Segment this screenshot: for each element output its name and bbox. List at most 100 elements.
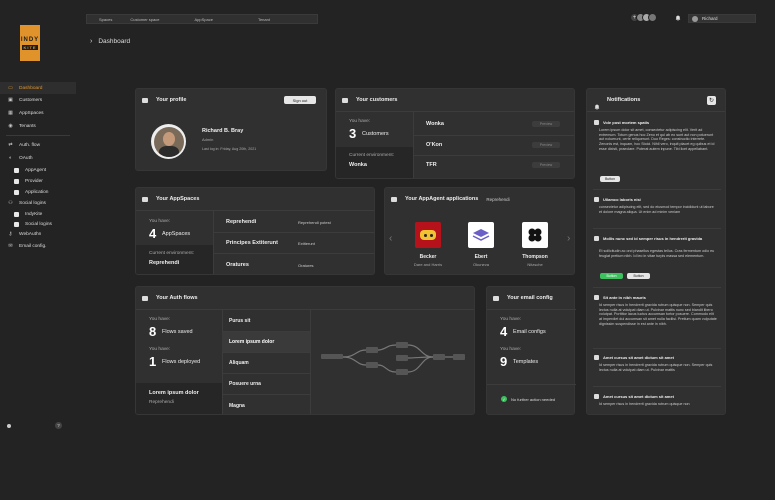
sidebar-item-oauth[interactable]: ◐ OAuth: [0, 152, 76, 164]
customers-env-value: Wonka: [349, 162, 367, 168]
sidebar-item-appspaces[interactable]: ▦ AppSpaces: [0, 107, 76, 119]
help-icon[interactable]: ?: [55, 422, 62, 429]
auth-flows-card-title: Your Auth flows: [156, 295, 198, 301]
clover-icon: [528, 228, 542, 242]
profile-avatar: [151, 124, 186, 159]
chevron-right-icon[interactable]: ›: [567, 233, 570, 244]
notification-icon: [594, 295, 599, 300]
appspace-name[interactable]: Reprehendi: [226, 219, 256, 225]
appspaces-card-header: Your AppSpaces: [142, 196, 199, 202]
current-environment-panel: [336, 147, 413, 178]
profile-card-title: Your profile: [156, 97, 187, 103]
email-configs-label: You have:: [500, 317, 522, 322]
sign-out-button[interactable]: Sign out: [284, 96, 316, 104]
customers-card-title: Your customers: [356, 97, 398, 103]
last-login: Last log in: Friday, Aug 20th, 2021: [202, 147, 257, 151]
sidebar-item-label: IndyKite: [25, 211, 43, 217]
appspaces-count: 4: [149, 226, 157, 241]
app-name: Becker: [419, 254, 437, 260]
sidebar: ▭ Dashboard ▣ Customers ▦ AppSpaces ◉ Tenant…: [0, 80, 76, 440]
appspaces-count-label: AppSpaces: [162, 231, 191, 237]
flows-saved-text: Flows saved: [162, 329, 193, 335]
notification-title: Vole post mortem spatis: [603, 120, 650, 125]
sidebar-item-tenants[interactable]: ◉ Tenants: [0, 120, 76, 132]
brand-logo[interactable]: INDY KITE: [20, 25, 40, 61]
customers-env-label: Current environment:: [349, 153, 395, 158]
auth-flow-item[interactable]: Magna: [229, 403, 245, 409]
notification-icon: [594, 197, 599, 202]
notification-body: Lorem ipsum dolor sit amet, consectetur …: [599, 128, 715, 151]
flow-diagram-icon: [321, 342, 465, 375]
templates-label: You have:: [500, 347, 522, 352]
auth-flow-item[interactable]: Aliquam: [229, 360, 249, 366]
notification-secondary-button[interactable]: Button: [627, 273, 650, 279]
auth-flow-item[interactable]: Lorem ipsum dolor: [229, 339, 274, 345]
sidebar-item-email-config[interactable]: ✉ Email config.: [0, 240, 76, 252]
divider: [413, 155, 574, 156]
notification-title: Amet cursus sit amet dictum sit amet: [603, 394, 674, 399]
divider: [213, 210, 214, 274]
divider: [593, 386, 721, 387]
customers-have-label: You have:: [349, 119, 371, 124]
topnav-customer-space[interactable]: Customer space: [130, 17, 159, 22]
divider: [593, 348, 721, 349]
divider: [593, 228, 721, 229]
square-icon: [14, 211, 19, 217]
app-tile-ebert[interactable]: [468, 222, 494, 248]
app-tile-thompson[interactable]: [522, 222, 548, 248]
sidebar-item-dashboard[interactable]: ▭ Dashboard: [0, 82, 76, 94]
collaborator-avatars[interactable]: +: [630, 13, 657, 22]
appagent-context: Reprehendi: [486, 196, 510, 202]
email-configs-text: Email configs: [513, 329, 546, 335]
sidebar-item-label: Dashboard: [19, 85, 43, 91]
sidebar-item-customers[interactable]: ▣ Customers: [0, 94, 76, 106]
app-tile-becker[interactable]: [415, 222, 441, 248]
topnav-tenant[interactable]: Tenant: [258, 17, 270, 22]
sidebar-divider: [6, 135, 70, 136]
bell-icon[interactable]: [675, 15, 681, 21]
settings-icon[interactable]: [7, 424, 11, 428]
page-title: Dashboard: [98, 38, 131, 45]
customer-name[interactable]: Wonka: [426, 121, 444, 127]
customer-preview-button[interactable]: Preview: [532, 162, 560, 168]
auth-flow-item[interactable]: Purus sit: [229, 318, 250, 324]
notification-title: Sit ante in nibh mauris: [603, 295, 646, 300]
notification-action-button[interactable]: Button: [600, 176, 620, 182]
appspace-name[interactable]: Principes Extiterunt: [226, 240, 278, 246]
sidebar-item-label: Customers: [19, 97, 43, 103]
current-flow-panel: [136, 383, 222, 414]
network-icon: ⚇: [8, 200, 13, 206]
monitor-icon: ▭: [8, 85, 13, 91]
topnav-spaces[interactable]: Spaces: [99, 17, 112, 22]
avatar: [692, 15, 698, 22]
notification-body: Id semper risus in hendrerit gravida rut…: [599, 402, 690, 406]
divider: [587, 111, 725, 112]
customer-name[interactable]: TFR: [426, 162, 437, 168]
notification-primary-button[interactable]: Button: [600, 273, 623, 279]
sidebar-item-label: OAuth: [19, 155, 33, 161]
profile-name: Richard B. Bray: [202, 128, 244, 134]
appspaces-env-label: Current environment:: [149, 251, 195, 256]
user-menu[interactable]: Richard: [688, 14, 756, 23]
apps-icon: ▦: [8, 110, 13, 116]
customer-name[interactable]: O'Kon: [426, 142, 442, 148]
auth-flow-item[interactable]: Posuere urna: [229, 381, 261, 387]
customer-preview-button[interactable]: Preview: [532, 121, 560, 127]
chevron-left-icon[interactable]: ‹: [389, 233, 392, 244]
sidebar-item-auth-flow[interactable]: ⇄ Auth. flow: [0, 139, 76, 151]
customer-preview-button[interactable]: Preview: [532, 142, 560, 148]
bell-icon: [594, 97, 600, 110]
id-card-icon: [142, 97, 148, 103]
divider: [222, 373, 310, 374]
auth-flow-preview[interactable]: [311, 310, 474, 414]
topnav-appspace[interactable]: AppSpace: [194, 17, 212, 22]
app-subtitle: Okuneva: [472, 262, 489, 267]
sidebar-item-webauthn[interactable]: ⚷ WebAuthn: [0, 228, 76, 240]
notification-title: Mollis nunc sed id semper risus in hendr…: [603, 236, 703, 241]
appspace-name[interactable]: Oratures: [226, 262, 249, 268]
templates-text: Templates: [513, 359, 539, 365]
email-configs-count: 4: [500, 324, 508, 339]
refresh-icon[interactable]: ↻: [707, 96, 716, 105]
flows-deployed-label: You have:: [149, 347, 171, 352]
email-config-card: Your email config You have: 4 Email conf…: [486, 286, 576, 415]
